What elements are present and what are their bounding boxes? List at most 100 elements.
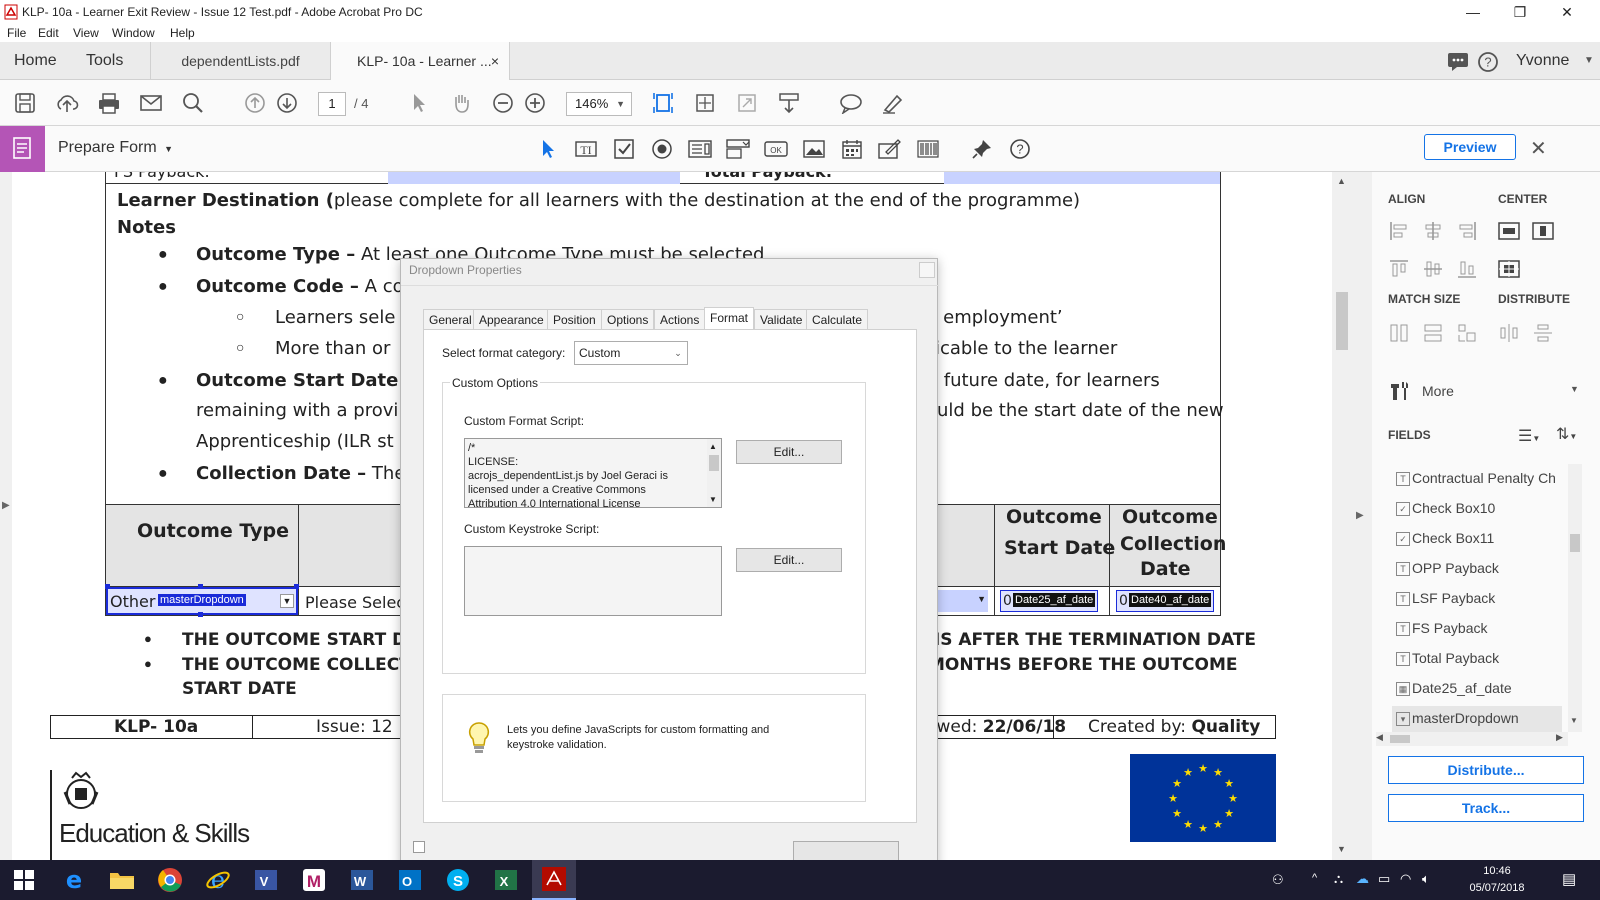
format-category-select[interactable]: Custom ⌄: [574, 341, 688, 365]
checkbox-tool-icon[interactable]: [612, 137, 636, 161]
align-bottom-icon[interactable]: [1456, 258, 1478, 280]
radio-button-tool-icon[interactable]: [650, 137, 674, 161]
close-prepare-form-icon[interactable]: ✕: [1530, 136, 1547, 161]
match-height-icon[interactable]: [1388, 322, 1410, 344]
dropdown-tool-icon[interactable]: [726, 137, 750, 161]
tab-tools[interactable]: Tools: [86, 42, 123, 80]
save-icon[interactable]: [12, 90, 38, 116]
minimize-button[interactable]: —: [1450, 0, 1496, 24]
field-list-item[interactable]: FS Payback: [1412, 620, 1487, 636]
onedrive-icon[interactable]: ☁: [1356, 871, 1369, 887]
fields-scroll-down-icon[interactable]: ▼: [1570, 716, 1578, 725]
full-screen-icon[interactable]: [734, 90, 760, 116]
comment-icon[interactable]: [1447, 52, 1469, 72]
sort-alpha-icon[interactable]: ⇅▼: [1556, 424, 1577, 444]
acrobat-taskbar-button[interactable]: [532, 860, 576, 900]
date40-field[interactable]: 0 Date40_af_date: [1116, 590, 1214, 612]
internet-explorer-icon[interactable]: e: [202, 864, 234, 896]
menu-file[interactable]: File: [7, 26, 26, 40]
distribute-vertical-icon[interactable]: [1532, 322, 1554, 344]
tab-actions[interactable]: Actions: [654, 309, 706, 329]
center-vertical-icon[interactable]: [1532, 220, 1554, 242]
tab-calculate[interactable]: Calculate: [806, 309, 869, 329]
hand-tool-icon[interactable]: [448, 90, 474, 116]
match-both-icon[interactable]: [1456, 322, 1478, 344]
download-icon[interactable]: [776, 90, 802, 116]
search-icon[interactable]: [180, 90, 206, 116]
date25-field[interactable]: 0 Date25_af_date: [1000, 590, 1098, 612]
button-tool-icon[interactable]: OK: [764, 137, 788, 161]
fit-page-icon[interactable]: [692, 90, 718, 116]
menu-view[interactable]: View: [73, 26, 99, 40]
selection-handle[interactable]: [294, 584, 299, 589]
highlight-pen-icon[interactable]: [880, 90, 906, 116]
word-icon[interactable]: W: [346, 864, 378, 896]
scroll-thumb[interactable]: [1336, 292, 1348, 350]
center-both-icon[interactable]: [1498, 258, 1520, 280]
tray-chevron-up-icon[interactable]: ^: [1312, 872, 1317, 884]
file-explorer-icon[interactable]: [106, 864, 138, 896]
script-scroll-up-icon[interactable]: ▲: [709, 440, 717, 454]
tab-format[interactable]: Format: [704, 307, 755, 330]
preview-button[interactable]: Preview: [1424, 134, 1516, 160]
tab-dependentlists[interactable]: dependentLists.pdf: [150, 42, 330, 80]
image-field-tool-icon[interactable]: [802, 137, 826, 161]
add-comment-icon[interactable]: [838, 90, 864, 116]
script-scrollbar[interactable]: ▲ ▼: [707, 439, 721, 507]
sort-fields-icon[interactable]: ☰▼: [1518, 426, 1540, 446]
date-field-tool-icon[interactable]: [840, 137, 864, 161]
visio-icon[interactable]: V: [250, 864, 282, 896]
scroll-left-icon[interactable]: ◀: [1376, 732, 1383, 743]
user-name[interactable]: Yvonne: [1516, 52, 1569, 70]
list-box-tool-icon[interactable]: [688, 137, 712, 161]
outlook-icon[interactable]: O: [394, 864, 426, 896]
scrolling-mode-icon[interactable]: [650, 90, 676, 116]
tab-options[interactable]: Options: [601, 309, 655, 329]
select-pointer-icon[interactable]: [406, 90, 432, 116]
scroll-right-icon[interactable]: ▶: [1556, 732, 1563, 743]
prepare-form-menu[interactable]: Prepare Form ▼: [58, 139, 173, 157]
field-list-item[interactable]: Total Payback: [1412, 650, 1499, 666]
people-icon[interactable]: ⚇: [1272, 872, 1284, 888]
menu-edit[interactable]: Edit: [38, 26, 59, 40]
scroll-down-icon[interactable]: ▼: [1337, 844, 1346, 854]
script-scroll-thumb[interactable]: [709, 455, 719, 471]
fields-h-scrollbar[interactable]: ◀ ▶: [1376, 732, 1568, 746]
clock-time[interactable]: 10:46: [1462, 865, 1532, 877]
pin-icon[interactable]: [970, 137, 994, 161]
locked-checkbox[interactable]: [413, 841, 425, 853]
windows-start-icon[interactable]: [8, 864, 40, 896]
scroll-up-icon[interactable]: ▲: [1337, 176, 1346, 186]
page-number-input[interactable]: 1: [318, 92, 346, 116]
align-middle-icon[interactable]: [1422, 258, 1444, 280]
next-page-icon[interactable]: [274, 90, 300, 116]
close-window-button[interactable]: ✕: [1544, 0, 1590, 24]
field-list-item[interactable]: Date25_af_date: [1412, 680, 1512, 696]
field-list-item-selected[interactable]: masterDropdown: [1412, 710, 1519, 726]
fields-scrollbar[interactable]: ▼: [1568, 464, 1582, 732]
align-center-horizontal-icon[interactable]: [1422, 220, 1444, 242]
field-list-item[interactable]: Contractual Penalty Ch: [1412, 470, 1556, 486]
field-list-item[interactable]: Check Box10: [1412, 500, 1495, 516]
top-field-1[interactable]: [388, 172, 680, 184]
document-scrollbar[interactable]: ▲ ▼: [1334, 172, 1350, 860]
field-list-item[interactable]: LSF Payback: [1412, 590, 1495, 606]
dialog-close-button[interactable]: [919, 262, 935, 278]
form-help-icon[interactable]: ?: [1008, 137, 1032, 161]
print-icon[interactable]: [96, 90, 122, 116]
previous-page-icon[interactable]: [242, 90, 268, 116]
field-list-item[interactable]: OPP Payback: [1412, 560, 1499, 576]
match-width-icon[interactable]: [1422, 322, 1444, 344]
selection-handle[interactable]: [198, 612, 203, 617]
user-chevron-down-icon[interactable]: ▼: [1584, 55, 1594, 66]
h-scroll-thumb[interactable]: [1390, 735, 1410, 743]
selection-handle[interactable]: [105, 584, 110, 589]
chrome-icon[interactable]: [154, 864, 186, 896]
m-app-icon[interactable]: M: [298, 864, 330, 896]
tab-close-icon[interactable]: ×: [491, 53, 499, 69]
tab-home[interactable]: Home: [14, 42, 57, 80]
tab-position[interactable]: Position: [547, 309, 602, 329]
distribute-horizontal-icon[interactable]: [1498, 322, 1520, 344]
wifi-icon[interactable]: ◠: [1400, 871, 1411, 887]
zoom-out-icon[interactable]: [490, 90, 516, 116]
